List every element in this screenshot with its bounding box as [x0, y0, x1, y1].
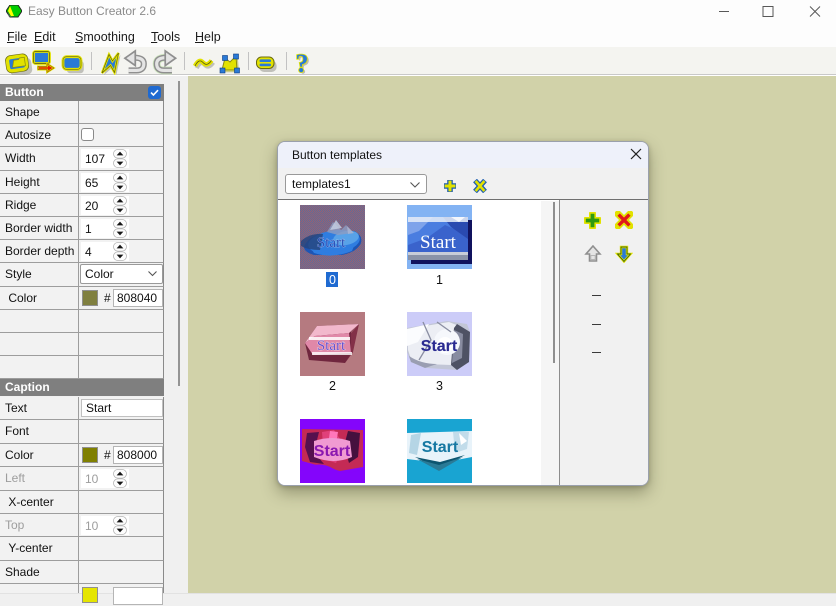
svg-text:Start: Start: [317, 338, 346, 354]
svg-text:Start: Start: [421, 338, 458, 355]
svg-text:?: ?: [296, 49, 309, 75]
svg-text:Start: Start: [420, 232, 457, 253]
svg-text:Start: Start: [317, 235, 346, 251]
svg-text:Start: Start: [314, 443, 351, 460]
svg-text:Start: Start: [422, 439, 459, 456]
